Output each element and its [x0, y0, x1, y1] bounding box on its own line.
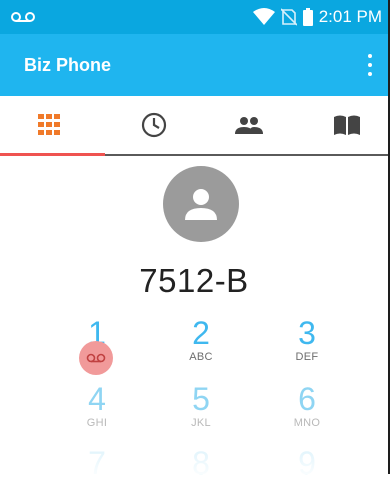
tab-contacts[interactable] [200, 96, 297, 154]
key-5[interactable]: 5 JKL [156, 382, 246, 430]
person-icon [185, 189, 217, 220]
key-digit: 9 [298, 445, 316, 481]
key-digit: 2 [192, 315, 210, 351]
key-letters: ABC [189, 351, 213, 363]
tab-recents[interactable] [105, 96, 202, 154]
extension-number: 7512-B [139, 262, 249, 299]
avatar [163, 166, 239, 242]
key-7[interactable]: 7 [52, 446, 142, 480]
tab-directory[interactable] [298, 96, 390, 154]
app-title: Biz Phone [24, 55, 112, 75]
key-3[interactable]: 3 DEF [262, 316, 352, 364]
voicemail-button[interactable] [79, 341, 113, 375]
key-letters: MNO [293, 417, 321, 429]
key-letters: DEF [295, 351, 319, 363]
battery-icon [302, 8, 313, 26]
key-9[interactable]: 9 [262, 446, 352, 480]
key-2[interactable]: 2 ABC [156, 316, 246, 364]
book-icon [333, 115, 360, 135]
tab-dialpad[interactable] [0, 96, 97, 154]
key-digit: 7 [88, 445, 106, 481]
dialpad-icon [37, 114, 60, 135]
key-letters: GHI [86, 417, 108, 429]
key-6[interactable]: 6 MNO [262, 382, 352, 430]
key-8[interactable]: 8 [156, 446, 246, 480]
overflow-menu-icon[interactable] [364, 52, 376, 78]
active-tab-indicator [0, 153, 105, 156]
phone-screen: 2:01 PM Biz Phone 7512-B 1 2 ABC 3 DEF 4… [0, 0, 390, 480]
key-digit: 6 [298, 381, 316, 417]
key-digit: 5 [192, 381, 210, 417]
status-bar: 2:01 PM [0, 0, 388, 34]
tab-bar [0, 96, 388, 156]
no-sim-icon [280, 8, 297, 26]
key-digit: 4 [88, 381, 106, 417]
status-icons: 2:01 PM [252, 6, 382, 28]
clock-icon [141, 112, 166, 138]
people-icon [234, 117, 263, 134]
wifi-icon [252, 8, 275, 25]
key-4[interactable]: 4 GHI [52, 382, 142, 430]
key-digit: 8 [192, 445, 210, 481]
key-digit: 3 [298, 315, 316, 351]
key-letters: JKL [191, 417, 211, 429]
status-time: 2:01 PM [318, 7, 382, 26]
app-bar: Biz Phone [0, 34, 388, 96]
voicemail-icon [11, 12, 35, 22]
voicemail-icon [86, 353, 106, 363]
